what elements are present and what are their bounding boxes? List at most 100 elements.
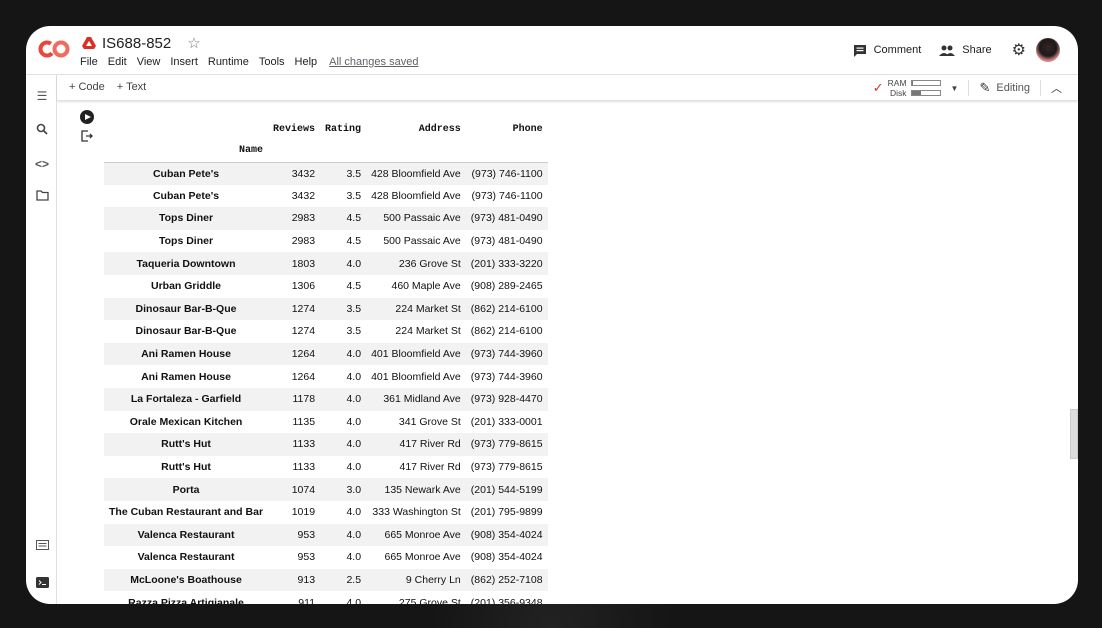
reviews-cell: 1264 xyxy=(291,370,316,383)
comment-label: Comment xyxy=(873,44,922,56)
row-name: Valenca Restaurant xyxy=(137,528,235,541)
reviews-cell: 1074 xyxy=(291,483,316,496)
row-name: Dinosaur Bar-B-Que xyxy=(135,325,237,338)
menu-help[interactable]: Help xyxy=(295,56,318,68)
blank-header xyxy=(366,140,466,163)
rating-cell: 4.0 xyxy=(346,551,362,564)
share-label: Share xyxy=(962,44,992,56)
comment-button[interactable]: Comment xyxy=(849,42,926,59)
table-row: Tops Diner 2983 4.5 500 Passaic Ave (973) 48… xyxy=(104,230,548,253)
table-row: Valenca Restaurant 953 4.0 665 Monroe Ave (9… xyxy=(104,546,548,569)
editing-mode-button[interactable]: ✎ Editing xyxy=(979,80,1030,96)
rating-cell: 4.0 xyxy=(346,461,362,474)
table-of-contents-icon[interactable]: ☰ xyxy=(35,89,49,103)
row-name: Orale Mexican Kitchen xyxy=(129,415,243,428)
reviews-cell: 1264 xyxy=(291,348,316,361)
star-icon[interactable]: ☆ xyxy=(187,34,200,52)
rating-cell: 4.0 xyxy=(346,348,362,361)
notebook-title[interactable]: IS688-852 xyxy=(102,35,171,52)
colab-logo-icon[interactable] xyxy=(38,38,70,60)
menu-edit[interactable]: Edit xyxy=(108,56,127,68)
rating-cell: 3.5 xyxy=(346,302,362,315)
gear-icon[interactable]: ⚙ xyxy=(1012,40,1026,60)
reviews-cell: 2983 xyxy=(291,235,316,248)
menu-tools[interactable]: Tools xyxy=(259,56,285,68)
clear-output-icon[interactable] xyxy=(81,130,93,142)
row-name: Rutt's Hut xyxy=(161,438,211,451)
reviews-cell: 953 xyxy=(297,528,316,541)
address-cell: 428 Bloomfield Ave xyxy=(371,189,461,202)
search-icon[interactable] xyxy=(35,123,49,137)
header: IS688-852 ☆ File Edit View Insert Runtim… xyxy=(26,26,1078,74)
phone-cell: (973) 746-1100 xyxy=(471,189,543,202)
phone-cell: (973) 481-0490 xyxy=(470,212,543,225)
address-cell: 417 River Rd xyxy=(399,438,461,451)
rating-cell: 4.0 xyxy=(346,528,362,541)
output-dataframe: Reviews Rating Address Phone Name Cuban … xyxy=(104,118,548,604)
reviews-cell: 953 xyxy=(297,551,316,564)
resources-button[interactable]: ✓ RAM Disk xyxy=(873,78,941,98)
rating-cell: 4.0 xyxy=(346,370,362,383)
add-code-button[interactable]: + Code xyxy=(69,81,105,93)
command-palette-icon[interactable] xyxy=(35,539,49,553)
phone-cell: (973) 779-8615 xyxy=(470,438,543,451)
menu-insert[interactable]: Insert xyxy=(170,56,198,68)
menu-runtime[interactable]: Runtime xyxy=(208,56,249,68)
address-cell: 401 Bloomfield Ave xyxy=(371,348,461,361)
menu-view[interactable]: View xyxy=(137,56,161,68)
reviews-cell: 1019 xyxy=(291,506,316,519)
phone-cell: (862) 252-7108 xyxy=(470,573,543,586)
rating-cell: 3.5 xyxy=(346,167,362,180)
row-name: Porta xyxy=(172,483,200,496)
avatar[interactable] xyxy=(1036,38,1060,62)
files-icon[interactable] xyxy=(35,190,49,204)
terminal-icon[interactable] xyxy=(35,577,49,591)
table-row: Cuban Pete's 3432 3.5 428 Bloomfield Ave (97… xyxy=(104,162,548,185)
column-header-rating: Rating xyxy=(325,123,362,135)
run-cell-icon[interactable] xyxy=(80,110,94,124)
phone-cell: (973) 779-8615 xyxy=(470,461,543,474)
address-cell: 275 Grove St xyxy=(398,596,461,604)
scrollbar[interactable] xyxy=(1070,409,1078,459)
collapse-header-icon[interactable]: ︿ xyxy=(1051,80,1062,96)
people-icon xyxy=(939,45,956,56)
rating-cell: 4.5 xyxy=(346,235,362,248)
phone-cell: (201) 544-5199 xyxy=(470,483,543,496)
table-row: Rutt's Hut 1133 4.0 417 River Rd (973) 779-8… xyxy=(104,433,548,456)
table-row: Urban Griddle 1306 4.5 460 Maple Ave (908) 2… xyxy=(104,275,548,298)
address-cell: 665 Monroe Ave xyxy=(384,551,461,564)
rating-cell: 4.0 xyxy=(346,596,362,604)
address-cell: 500 Passaic Ave xyxy=(383,235,461,248)
row-name: La Fortaleza - Garfield xyxy=(130,393,242,406)
runtime-dropdown-icon[interactable]: ▼ xyxy=(951,84,959,93)
address-cell: 428 Bloomfield Ave xyxy=(371,167,461,180)
address-cell: 236 Grove St xyxy=(398,257,461,270)
address-cell: 401 Bloomfield Ave xyxy=(371,370,461,383)
add-text-button[interactable]: + Text xyxy=(117,81,146,93)
menu-bar: File Edit View Insert Runtime Tools Help… xyxy=(80,56,418,68)
table-row: Dinosaur Bar-B-Que 1274 3.5 224 Market St (8… xyxy=(104,320,548,343)
address-cell: 460 Maple Ave xyxy=(391,280,461,293)
save-status[interactable]: All changes saved xyxy=(329,56,418,68)
phone-cell: (973) 928-4470 xyxy=(470,393,543,406)
table-row: Cuban Pete's 3432 3.5 428 Bloomfield Ave (97… xyxy=(104,185,548,208)
table-row: Rutt's Hut 1133 4.0 417 River Rd (973) 779-8… xyxy=(104,456,548,479)
table-row: The Cuban Restaurant and Bar 1019 4.0 333 W… xyxy=(104,501,548,524)
row-name: McLoone's Boathouse xyxy=(130,573,242,586)
row-name: Dinosaur Bar-B-Que xyxy=(135,302,237,315)
divider xyxy=(1040,80,1041,96)
code-snippets-icon[interactable]: <> xyxy=(35,157,49,171)
table-row: Razza Pizza Artigianale 911 4.0 275 Grove S… xyxy=(104,591,548,604)
share-button[interactable]: Share xyxy=(935,42,995,58)
row-name: Ani Ramen House xyxy=(141,348,231,361)
rating-cell: 4.0 xyxy=(346,506,362,519)
address-cell: 500 Passaic Ave xyxy=(383,212,461,225)
reviews-cell: 913 xyxy=(297,573,316,586)
phone-cell: (862) 214-6100 xyxy=(470,325,543,338)
phone-cell: (201) 333-0001 xyxy=(470,415,543,428)
reviews-cell: 1133 xyxy=(292,461,316,474)
menu-file[interactable]: File xyxy=(80,56,98,68)
disk-label: Disk xyxy=(890,88,907,98)
notebook-content: Reviews Rating Address Phone Name Cuban … xyxy=(58,101,1078,604)
phone-cell: (201) 356-9348 xyxy=(470,596,543,604)
